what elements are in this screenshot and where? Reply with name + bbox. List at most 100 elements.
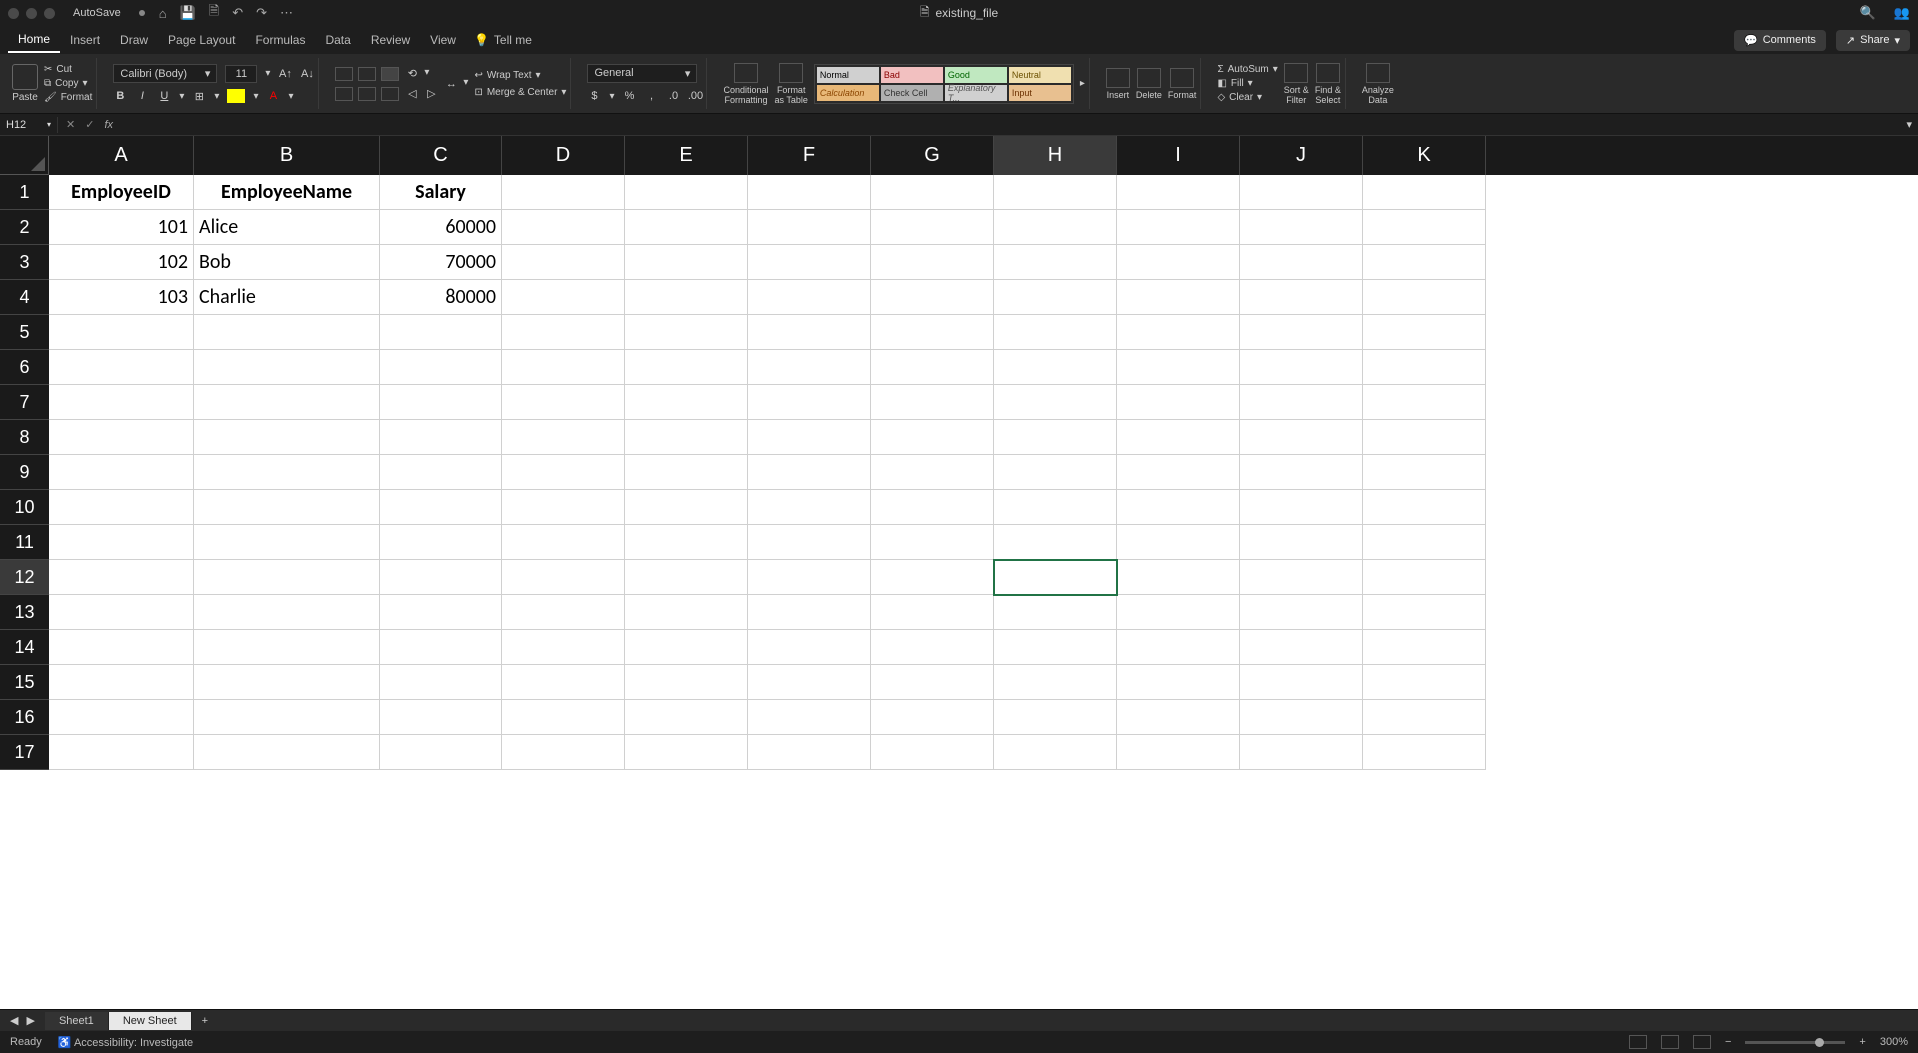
cell-A5[interactable]: [49, 315, 194, 350]
cell-G14[interactable]: [871, 630, 994, 665]
cell-B6[interactable]: [194, 350, 380, 385]
find-select-button[interactable]: Find & Select: [1315, 63, 1341, 105]
number-format-select[interactable]: General▾: [587, 64, 697, 83]
cell-D13[interactable]: [502, 595, 625, 630]
cell-K7[interactable]: [1363, 385, 1486, 420]
chevron-down-icon[interactable]: ▾: [424, 67, 429, 81]
cell-J4[interactable]: [1240, 280, 1363, 315]
currency-button[interactable]: $: [587, 89, 601, 103]
cell-A16[interactable]: [49, 700, 194, 735]
cell-H2[interactable]: [994, 210, 1117, 245]
format-painter-button[interactable]: 🖌Format: [44, 92, 92, 103]
cell-H1[interactable]: [994, 175, 1117, 210]
tab-review[interactable]: Review: [361, 28, 420, 52]
cell-B1[interactable]: EmployeeName: [194, 175, 380, 210]
cell-F4[interactable]: [748, 280, 871, 315]
align-top-button[interactable]: [335, 67, 353, 81]
row-header-6[interactable]: 6: [0, 350, 49, 385]
tell-me[interactable]: 💡 Tell me: [474, 33, 532, 47]
undo-icon[interactable]: ↶: [232, 5, 243, 21]
cell-E8[interactable]: [625, 420, 748, 455]
cell-J14[interactable]: [1240, 630, 1363, 665]
zoom-in-button[interactable]: +: [1859, 1036, 1865, 1048]
cell-J9[interactable]: [1240, 455, 1363, 490]
cell-H8[interactable]: [994, 420, 1117, 455]
cell-D14[interactable]: [502, 630, 625, 665]
cell-K14[interactable]: [1363, 630, 1486, 665]
row-header-17[interactable]: 17: [0, 735, 49, 770]
cell-A13[interactable]: [49, 595, 194, 630]
cell-B2[interactable]: Alice: [194, 210, 380, 245]
sheet-tab-new-sheet[interactable]: New Sheet: [109, 1012, 192, 1030]
cell-G11[interactable]: [871, 525, 994, 560]
cell-I8[interactable]: [1117, 420, 1240, 455]
sheet-tab-sheet1[interactable]: Sheet1: [45, 1012, 109, 1030]
column-header-D[interactable]: D: [502, 136, 625, 175]
cell-B13[interactable]: [194, 595, 380, 630]
cell-D3[interactable]: [502, 245, 625, 280]
cell-E9[interactable]: [625, 455, 748, 490]
cell-E16[interactable]: [625, 700, 748, 735]
cell-B9[interactable]: [194, 455, 380, 490]
cell-H5[interactable]: [994, 315, 1117, 350]
cell-J7[interactable]: [1240, 385, 1363, 420]
cell-H3[interactable]: [994, 245, 1117, 280]
style-check-cell[interactable]: Check Cell: [881, 85, 943, 101]
cell-G1[interactable]: [871, 175, 994, 210]
cell-I7[interactable]: [1117, 385, 1240, 420]
cell-I9[interactable]: [1117, 455, 1240, 490]
cell-I17[interactable]: [1117, 735, 1240, 770]
zoom-out-button[interactable]: −: [1725, 1036, 1731, 1048]
style-input[interactable]: Input: [1009, 85, 1071, 101]
cell-I1[interactable]: [1117, 175, 1240, 210]
cell-E14[interactable]: [625, 630, 748, 665]
chevron-down-icon[interactable]: ▾: [179, 91, 184, 102]
cell-I2[interactable]: [1117, 210, 1240, 245]
cell-F10[interactable]: [748, 490, 871, 525]
cell-I6[interactable]: [1117, 350, 1240, 385]
cell-K10[interactable]: [1363, 490, 1486, 525]
cell-J2[interactable]: [1240, 210, 1363, 245]
column-header-A[interactable]: A: [49, 136, 194, 175]
decrease-indent-button[interactable]: ◁: [405, 87, 419, 101]
cell-F16[interactable]: [748, 700, 871, 735]
tab-insert[interactable]: Insert: [60, 28, 110, 52]
format-cells-button[interactable]: Format: [1168, 68, 1197, 100]
page-layout-view-button[interactable]: [1661, 1035, 1679, 1049]
cell-E6[interactable]: [625, 350, 748, 385]
cell-K13[interactable]: [1363, 595, 1486, 630]
accessibility-status[interactable]: ♿ Accessibility: Investigate: [58, 1036, 193, 1049]
cell-K8[interactable]: [1363, 420, 1486, 455]
cell-H13[interactable]: [994, 595, 1117, 630]
cell-G13[interactable]: [871, 595, 994, 630]
cell-H10[interactable]: [994, 490, 1117, 525]
cell-G8[interactable]: [871, 420, 994, 455]
cell-K1[interactable]: [1363, 175, 1486, 210]
row-header-12[interactable]: 12: [0, 560, 49, 595]
cell-G6[interactable]: [871, 350, 994, 385]
cell-H4[interactable]: [994, 280, 1117, 315]
tab-view[interactable]: View: [420, 28, 466, 52]
fx-icon[interactable]: fx: [104, 119, 113, 131]
formula-bar[interactable]: [121, 123, 1900, 127]
cell-G7[interactable]: [871, 385, 994, 420]
column-header-G[interactable]: G: [871, 136, 994, 175]
tab-page-layout[interactable]: Page Layout: [158, 28, 245, 52]
cell-D9[interactable]: [502, 455, 625, 490]
align-right-button[interactable]: [381, 87, 399, 101]
row-header-7[interactable]: 7: [0, 385, 49, 420]
sheet-nav-next-icon[interactable]: ▶: [26, 1014, 34, 1027]
autosave-label[interactable]: AutoSave: [73, 7, 121, 19]
font-color-button[interactable]: A: [266, 89, 280, 103]
cell-F1[interactable]: [748, 175, 871, 210]
home-icon[interactable]: ⌂: [159, 6, 167, 21]
cell-E2[interactable]: [625, 210, 748, 245]
chevron-down-icon[interactable]: ▾: [288, 91, 293, 102]
cell-C16[interactable]: [380, 700, 502, 735]
paste-button[interactable]: Paste: [12, 64, 38, 103]
decrease-font-button[interactable]: A↓: [300, 67, 314, 81]
zoom-level[interactable]: 300%: [1880, 1036, 1908, 1048]
cell-D12[interactable]: [502, 560, 625, 595]
cell-D10[interactable]: [502, 490, 625, 525]
cell-B16[interactable]: [194, 700, 380, 735]
